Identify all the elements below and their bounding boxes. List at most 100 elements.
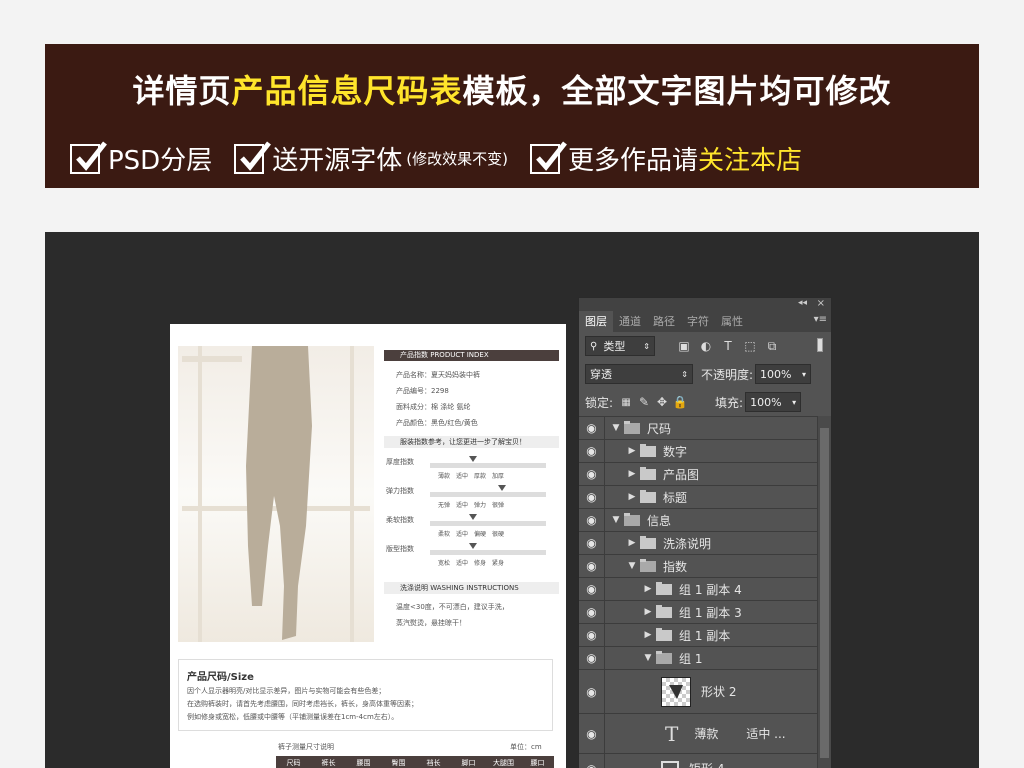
- visibility-eye-icon[interactable]: ◉: [579, 463, 605, 485]
- visibility-eye-icon[interactable]: ◉: [579, 714, 605, 753]
- window-frame: [182, 356, 242, 362]
- lock-all-icon[interactable]: 🔒: [673, 395, 688, 409]
- filter-label: 类型: [603, 340, 626, 353]
- layer-text[interactable]: ◉ T 薄款 适中 ...: [579, 713, 817, 753]
- collapse-icon[interactable]: ◂◂: [798, 298, 807, 308]
- visibility-eye-icon[interactable]: ◉: [579, 578, 605, 600]
- opacity-field[interactable]: 100% ▾: [755, 364, 812, 384]
- feature-label: PSD分层: [108, 146, 213, 176]
- layer-name: 形状 2: [701, 685, 737, 699]
- index-label: 弹力指数: [386, 487, 414, 495]
- visibility-eye-icon[interactable]: ◉: [579, 555, 605, 577]
- layer-group[interactable]: ◉ ▼ 组 1: [579, 646, 817, 669]
- filter-toggle[interactable]: [817, 338, 823, 352]
- feature-label: 送开源字体: [272, 146, 403, 176]
- table-header: 臀围: [391, 759, 406, 767]
- document-canvas[interactable]: 产品指数 PRODUCT INDEX 产品名称：夏天妈妈装中裤 产品编号：229…: [170, 324, 566, 768]
- layer-group[interactable]: ◉ ▶ 标题: [579, 485, 817, 508]
- layer-group[interactable]: ◉ ▶ 组 1 副本 3: [579, 600, 817, 623]
- index-options: 宽松 适中 修身 紧身: [438, 560, 505, 567]
- index-bar: [430, 492, 546, 497]
- tab-paths[interactable]: 路径: [647, 311, 681, 332]
- scrollbar-thumb[interactable]: [820, 428, 829, 758]
- size-info-box: 产品尺码/Size 因个人显示器明亮/对比显示差异，图片与实物可能会有些色差； …: [178, 659, 553, 731]
- text-layer-icon: T: [665, 721, 679, 746]
- expand-arrow-icon[interactable]: ▶: [627, 469, 637, 479]
- layer-shape[interactable]: ◉ 矩形 4: [579, 753, 817, 768]
- layer-name-extra: 适中 ...: [746, 727, 786, 741]
- visibility-eye-icon[interactable]: ◉: [579, 486, 605, 508]
- table-header: 裤长: [321, 759, 336, 767]
- visibility-eye-icon[interactable]: ◉: [579, 754, 605, 768]
- tab-properties[interactable]: 属性: [715, 311, 749, 332]
- panel-menu-icon[interactable]: ▾≡: [814, 314, 827, 325]
- folder-icon: [656, 604, 672, 618]
- table-header: 脚口: [461, 759, 476, 767]
- rectangle-thumbnail-icon: [661, 760, 679, 768]
- expand-arrow-icon[interactable]: ▼: [643, 653, 653, 663]
- expand-arrow-icon[interactable]: ▶: [627, 446, 637, 456]
- blend-mode-value: 穿透: [590, 368, 612, 381]
- layer-group[interactable]: ◉ ▶ 产品图: [579, 462, 817, 485]
- layer-name: 尺码: [647, 421, 672, 436]
- expand-arrow-icon[interactable]: ▶: [643, 584, 653, 594]
- product-fabric: 面料成分：棉 涤纶 氨纶: [396, 403, 471, 411]
- checkbox-icon: [529, 140, 567, 174]
- window-frame: [198, 346, 202, 642]
- visibility-eye-icon[interactable]: ◉: [579, 509, 605, 531]
- expand-arrow-icon[interactable]: ▶: [627, 538, 637, 548]
- layer-group[interactable]: ◉ ▶ 数字: [579, 439, 817, 462]
- blend-row: 穿透 ⇕ 不透明度: 100% ▾: [579, 360, 831, 388]
- layer-group[interactable]: ◉ ▶ 组 1 副本: [579, 623, 817, 646]
- index-options: 柔软 适中 偏硬 很硬: [438, 531, 505, 538]
- layer-group[interactable]: ◉ ▼ 信息: [579, 508, 817, 531]
- expand-arrow-icon[interactable]: ▼: [627, 561, 637, 571]
- visibility-eye-icon[interactable]: ◉: [579, 601, 605, 623]
- close-icon[interactable]: ×: [817, 298, 825, 309]
- shape-filter-icon[interactable]: ⬚: [743, 339, 757, 353]
- layer-shape[interactable]: ◉ 形状 2: [579, 669, 817, 713]
- layers-scrollbar[interactable]: [817, 416, 831, 768]
- tab-channels[interactable]: 通道: [613, 311, 647, 332]
- title-highlight: 产品信息尺码表: [231, 72, 463, 110]
- expand-arrow-icon[interactable]: ▶: [643, 630, 653, 640]
- filter-select[interactable]: ⚲ 类型 ⇕: [585, 336, 655, 356]
- layer-group[interactable]: ◉ ▶ 组 1 副本 4: [579, 577, 817, 600]
- visibility-eye-icon[interactable]: ◉: [579, 647, 605, 669]
- expand-arrow-icon[interactable]: ▶: [627, 492, 637, 502]
- visibility-eye-icon[interactable]: ◉: [579, 532, 605, 554]
- lock-transparent-icon[interactable]: ▦: [619, 395, 633, 409]
- layer-group[interactable]: ◉ ▼ 指数: [579, 554, 817, 577]
- visibility-eye-icon[interactable]: ◉: [579, 670, 605, 713]
- fill-field[interactable]: 100% ▾: [745, 392, 802, 412]
- expand-arrow-icon[interactable]: ▼: [611, 515, 621, 525]
- smartobject-filter-icon[interactable]: ⧉: [765, 339, 779, 353]
- section-header: 产品指数 PRODUCT INDEX: [384, 350, 559, 361]
- tab-character[interactable]: 字符: [681, 311, 715, 332]
- tab-layers[interactable]: 图层: [579, 311, 613, 332]
- lock-position-icon[interactable]: ✥: [655, 395, 669, 409]
- lock-image-icon[interactable]: ✎: [637, 395, 651, 409]
- visibility-eye-icon[interactable]: ◉: [579, 417, 605, 439]
- expand-arrow-icon[interactable]: ▼: [611, 423, 621, 433]
- folder-icon: [640, 466, 656, 480]
- folder-icon: [640, 535, 656, 549]
- layer-group[interactable]: ◉ ▶ 洗涤说明: [579, 531, 817, 554]
- layer-group[interactable]: ◉ ▼ 尺码: [579, 416, 817, 439]
- visibility-eye-icon[interactable]: ◉: [579, 624, 605, 646]
- index-marker: [469, 456, 477, 462]
- updown-icon: ⇕: [643, 341, 650, 351]
- folder-icon: [656, 581, 672, 595]
- expand-arrow-icon[interactable]: ▶: [643, 607, 653, 617]
- adjustment-filter-icon[interactable]: ◐: [699, 339, 713, 353]
- index-label: 厚度指数: [386, 458, 414, 466]
- layer-name: 信息: [647, 513, 672, 528]
- visibility-eye-icon[interactable]: ◉: [579, 440, 605, 462]
- layer-name: 矩形 4: [689, 760, 724, 768]
- type-filter-icon[interactable]: T: [721, 339, 735, 353]
- blend-mode-select[interactable]: 穿透 ⇕: [585, 364, 693, 384]
- layer-name: 组 1 副本 4: [679, 582, 742, 597]
- index-marker: [498, 485, 506, 491]
- filter-row: ⚲ 类型 ⇕ ▣ ◐ T ⬚ ⧉: [579, 332, 831, 360]
- pixel-filter-icon[interactable]: ▣: [677, 339, 691, 353]
